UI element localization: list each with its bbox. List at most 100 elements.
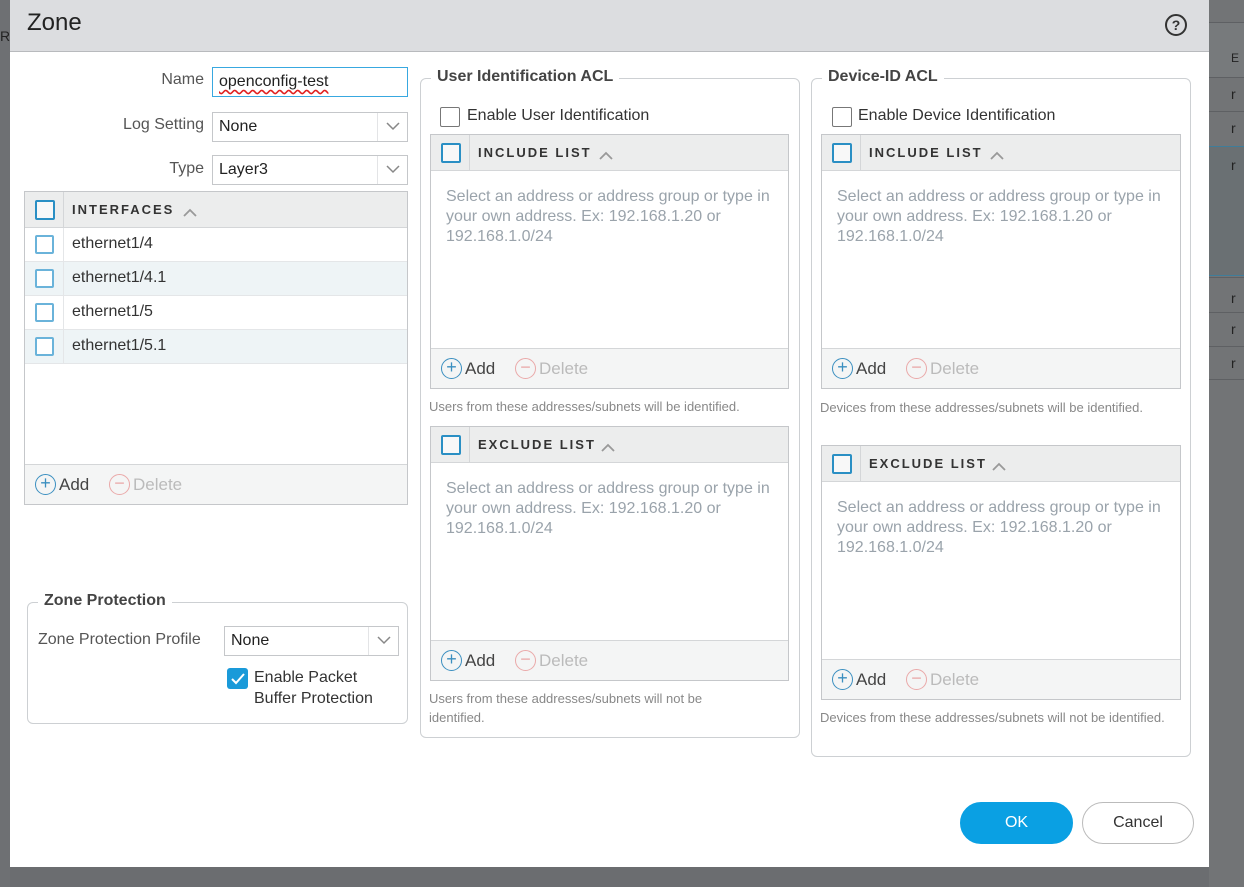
- sort-up-icon[interactable]: [599, 147, 613, 165]
- user-exclude-list: EXCLUDE LIST Select an address or addres…: [430, 426, 789, 681]
- select-all-checkbox[interactable]: [441, 435, 461, 455]
- interfaces-table: INTERFACES ethernet1/4 ethernet1/4.1 eth…: [24, 191, 408, 505]
- chevron-down-icon: [377, 113, 407, 141]
- background-row: r: [1209, 346, 1244, 380]
- device-exclude-note: Devices from these addresses/subnets wil…: [820, 710, 1165, 725]
- enable-device-id-checkbox[interactable]: [832, 107, 852, 127]
- packet-buffer-protection-checkbox[interactable]: [227, 668, 248, 689]
- delete-interface-button[interactable]: − Delete: [109, 474, 182, 495]
- plus-circle-icon: +: [832, 358, 853, 379]
- select-all-checkbox[interactable]: [832, 454, 852, 474]
- background-row: r: [1209, 111, 1244, 146]
- exclude-list-header: EXCLUDE LIST: [431, 427, 788, 463]
- row-checkbox[interactable]: [35, 337, 54, 356]
- table-row[interactable]: ethernet1/4.1: [25, 262, 407, 296]
- device-exclude-list: EXCLUDE LIST Select an address or addres…: [821, 445, 1181, 700]
- background-header-fragment: R: [0, 28, 11, 44]
- background-page: [0, 0, 10, 887]
- delete-button[interactable]: − Delete: [515, 358, 588, 379]
- dialog-header: Zone ?: [10, 0, 1209, 52]
- user-include-note: Users from these addresses/subnets will …: [429, 399, 740, 414]
- include-list-placeholder[interactable]: Select an address or address group or ty…: [446, 187, 776, 247]
- exclude-list-column-header[interactable]: EXCLUDE LIST: [869, 456, 987, 471]
- include-list-header: INCLUDE LIST: [822, 135, 1180, 171]
- log-setting-select[interactable]: None: [212, 112, 408, 142]
- zone-protection-legend: Zone Protection: [38, 592, 172, 610]
- background-row: r: [1209, 77, 1244, 111]
- minus-circle-icon: −: [515, 358, 536, 379]
- include-list-column-header[interactable]: INCLUDE LIST: [869, 145, 983, 160]
- plus-circle-icon: +: [35, 474, 56, 495]
- plus-circle-icon: +: [832, 669, 853, 690]
- add-button[interactable]: + Add: [832, 358, 886, 379]
- include-list-column-header[interactable]: INCLUDE LIST: [478, 145, 592, 160]
- interface-name: ethernet1/5.1: [72, 337, 167, 354]
- dialog-title: Zone: [27, 9, 82, 36]
- zone-dialog: Zone ? Name openconfig-test Log Setting …: [10, 0, 1209, 867]
- add-button[interactable]: + Add: [441, 358, 495, 379]
- exclude-list-placeholder[interactable]: Select an address or address group or ty…: [837, 498, 1167, 558]
- exclude-list-footer: + Add − Delete: [431, 640, 788, 680]
- user-exclude-note: Users from these addresses/subnets will …: [429, 691, 703, 725]
- include-list-placeholder[interactable]: Select an address or address group or ty…: [837, 187, 1167, 247]
- select-all-checkbox[interactable]: [35, 200, 55, 220]
- zone-protection-profile-label: Zone Protection Profile: [38, 631, 201, 648]
- exclude-list-placeholder[interactable]: Select an address or address group or ty…: [446, 479, 776, 539]
- chevron-down-icon: [368, 627, 398, 655]
- row-checkbox[interactable]: [35, 269, 54, 288]
- enable-user-id-checkbox[interactable]: [440, 107, 460, 127]
- user-id-acl-legend: User Identification ACL: [431, 68, 620, 86]
- exclude-list-footer: + Add − Delete: [822, 659, 1180, 699]
- name-label: Name: [161, 71, 204, 88]
- background-row: r: [1209, 312, 1244, 346]
- add-button[interactable]: + Add: [441, 650, 495, 671]
- interface-name: ethernet1/4.1: [72, 269, 167, 286]
- exclude-list-header: EXCLUDE LIST: [822, 446, 1180, 482]
- table-row[interactable]: ethernet1/5.1: [25, 330, 407, 364]
- enable-user-id-label: Enable User Identification: [467, 107, 650, 124]
- cancel-button[interactable]: Cancel: [1082, 802, 1194, 844]
- zone-protection-profile-select[interactable]: None: [224, 626, 399, 656]
- help-icon[interactable]: ?: [1165, 14, 1187, 36]
- device-include-list: INCLUDE LIST Select an address or addres…: [821, 134, 1181, 389]
- packet-buffer-protection-label: Enable Packet Buffer Protection: [254, 669, 373, 707]
- add-interface-button[interactable]: + Add: [35, 474, 89, 495]
- device-include-note: Devices from these addresses/subnets wil…: [820, 400, 1143, 415]
- sort-up-icon[interactable]: [992, 458, 1006, 476]
- chevron-down-icon: [377, 156, 407, 184]
- interface-name: ethernet1/5: [72, 303, 153, 320]
- minus-circle-icon: −: [906, 669, 927, 690]
- name-input[interactable]: openconfig-test: [212, 67, 408, 97]
- interfaces-footer: + Add − Delete: [25, 464, 407, 504]
- add-button[interactable]: + Add: [832, 669, 886, 690]
- include-list-header: INCLUDE LIST: [431, 135, 788, 171]
- background-row: r: [1209, 277, 1244, 312]
- select-all-checkbox[interactable]: [832, 143, 852, 163]
- sort-up-icon[interactable]: [183, 204, 197, 222]
- table-row[interactable]: ethernet1/5: [25, 296, 407, 330]
- include-list-footer: + Add − Delete: [822, 348, 1180, 388]
- delete-button[interactable]: − Delete: [906, 358, 979, 379]
- row-checkbox[interactable]: [35, 303, 54, 322]
- select-all-checkbox[interactable]: [441, 143, 461, 163]
- background-col-header: E: [1209, 22, 1244, 77]
- sort-up-icon[interactable]: [601, 439, 615, 457]
- interface-name: ethernet1/4: [72, 235, 153, 252]
- interfaces-header: INTERFACES: [25, 192, 407, 228]
- type-select[interactable]: Layer3: [212, 155, 408, 185]
- user-include-list: INCLUDE LIST Select an address or addres…: [430, 134, 789, 389]
- minus-circle-icon: −: [515, 650, 536, 671]
- type-label: Type: [169, 160, 204, 177]
- exclude-list-column-header[interactable]: EXCLUDE LIST: [478, 437, 596, 452]
- ok-button[interactable]: OK: [960, 802, 1073, 844]
- enable-device-id-label: Enable Device Identification: [858, 107, 1056, 124]
- plus-circle-icon: +: [441, 650, 462, 671]
- row-checkbox[interactable]: [35, 235, 54, 254]
- interfaces-column-header[interactable]: INTERFACES: [72, 202, 174, 217]
- delete-button[interactable]: − Delete: [906, 669, 979, 690]
- zone-protection-group: Zone Protection Zone Protection Profile …: [27, 592, 408, 724]
- table-row[interactable]: ethernet1/4: [25, 228, 407, 262]
- delete-button[interactable]: − Delete: [515, 650, 588, 671]
- device-id-acl-legend: Device-ID ACL: [822, 68, 944, 86]
- sort-up-icon[interactable]: [990, 147, 1004, 165]
